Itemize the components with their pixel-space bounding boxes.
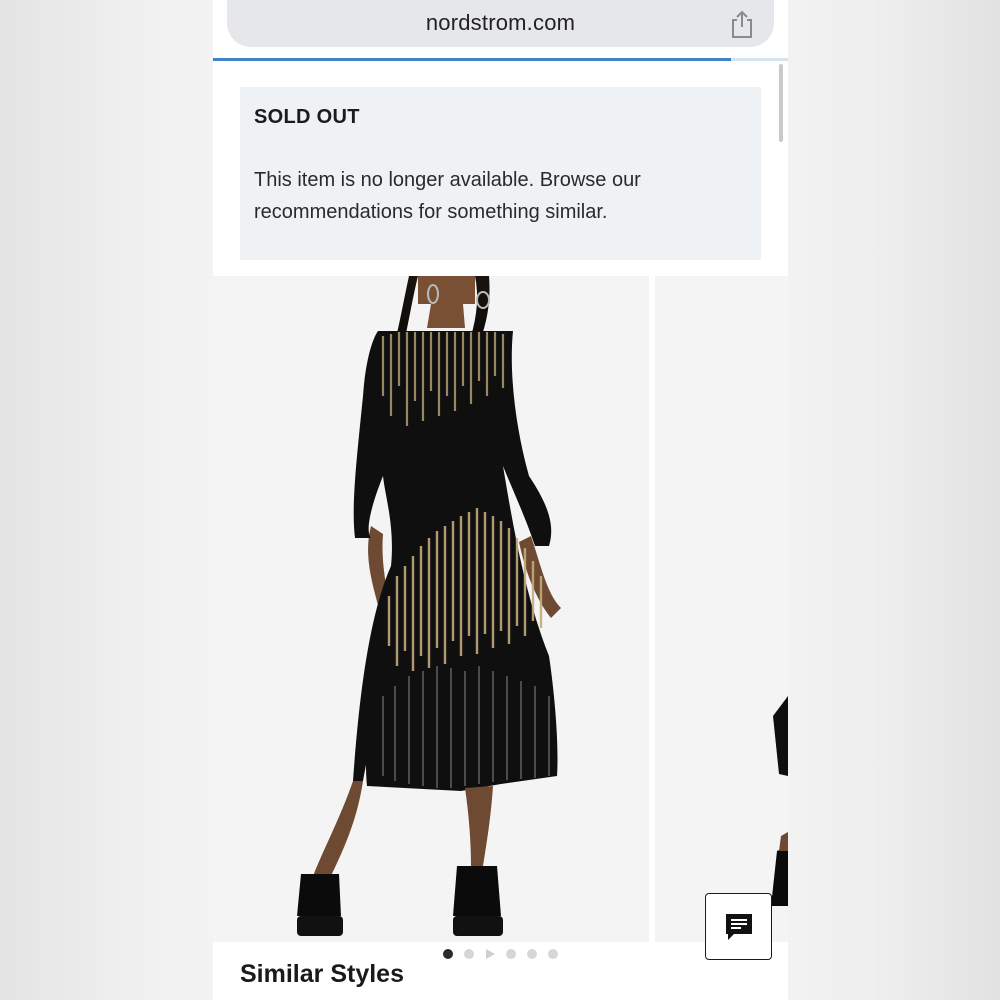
page-load-progress	[213, 58, 788, 61]
gallery-dot-1[interactable]	[443, 949, 453, 959]
gallery-dot-2[interactable]	[464, 949, 474, 959]
gallery-dot-4[interactable]	[506, 949, 516, 959]
address-bar[interactable]: nordstrom.com	[227, 0, 774, 47]
chat-button[interactable]	[705, 893, 772, 960]
gallery-dot-6[interactable]	[548, 949, 558, 959]
product-image-dress[interactable]	[213, 276, 649, 942]
url-text[interactable]: nordstrom.com	[227, 10, 774, 36]
page-load-progress-fill	[213, 58, 731, 61]
product-image-next-preview[interactable]	[655, 276, 788, 942]
background-left	[0, 0, 213, 1000]
notice-message: This item is no longer available. Browse…	[254, 169, 641, 223]
mobile-browser-viewport: nordstrom.com SOLD OUT This item is no l…	[213, 0, 788, 1000]
share-icon[interactable]	[728, 9, 756, 39]
background-right	[788, 0, 1000, 1000]
notice-title: SOLD OUT	[254, 106, 360, 128]
chat-icon	[726, 914, 752, 940]
scrollbar-thumb[interactable]	[779, 64, 783, 142]
sold-out-notice: SOLD OUT This item is no longer availabl…	[240, 87, 761, 260]
gallery-dot-5[interactable]	[527, 949, 537, 959]
play-icon[interactable]	[486, 949, 495, 959]
similar-styles-heading: Similar Styles	[240, 960, 404, 988]
product-image-gallery[interactable]	[213, 276, 788, 942]
